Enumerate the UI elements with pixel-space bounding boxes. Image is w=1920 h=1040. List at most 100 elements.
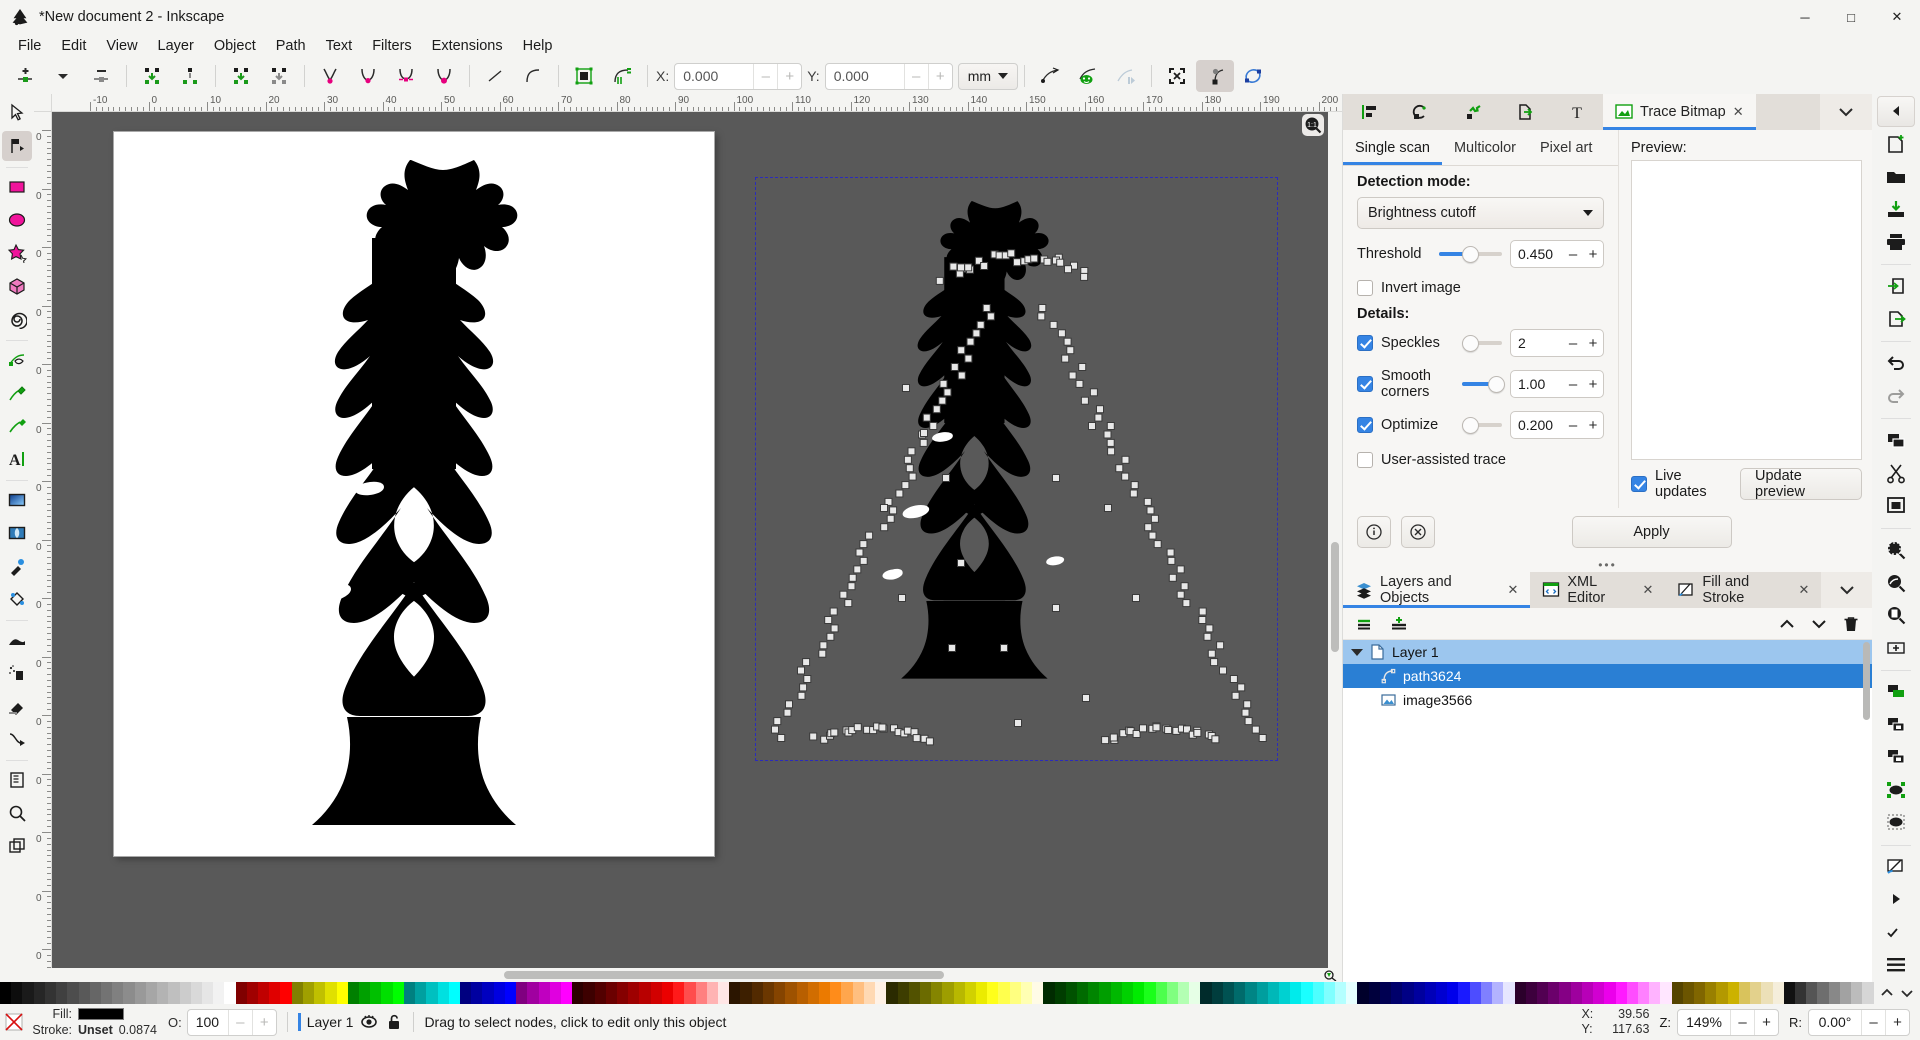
path-node-handle[interactable] — [909, 473, 916, 480]
trace-mode-single-scan[interactable]: Single scan — [1343, 136, 1442, 165]
current-layer-indicator[interactable]: Layer 1 — [298, 1013, 404, 1031]
show-path-outline-button[interactable] — [1196, 60, 1234, 92]
path-node-handle[interactable] — [923, 414, 930, 421]
palette-swatch[interactable] — [583, 982, 594, 1004]
palette-swatch[interactable] — [381, 982, 392, 1004]
dock-tab-export[interactable] — [1499, 94, 1551, 130]
threshold-decrement[interactable]: – — [1563, 241, 1583, 267]
live-updates-row[interactable]: Live updates — [1631, 468, 1728, 500]
palette-swatch[interactable] — [1223, 982, 1234, 1004]
smooth-corners-slider[interactable] — [1462, 375, 1502, 393]
palette-swatch[interactable] — [864, 982, 875, 1004]
path-node-handle[interactable] — [896, 490, 903, 497]
fill-row[interactable]: Fill: — [30, 1006, 164, 1022]
path-node-handle[interactable] — [958, 264, 965, 271]
dock-tab-transform[interactable] — [1395, 94, 1447, 130]
path-node-handle[interactable] — [949, 645, 956, 652]
palette-swatch[interactable] — [718, 982, 729, 1004]
path-node-handle[interactable] — [950, 263, 957, 270]
palette-swatch[interactable] — [1189, 982, 1200, 1004]
palette-swatch[interactable] — [987, 982, 998, 1004]
path-node-handle[interactable] — [1177, 591, 1184, 598]
path-node-handle[interactable] — [1104, 431, 1111, 438]
smooth-corners-increment[interactable]: + — [1583, 371, 1603, 397]
palette-swatch[interactable] — [1414, 982, 1425, 1004]
rotate-spinbox[interactable]: 0.00° – + — [1808, 1009, 1910, 1036]
palette-swatch[interactable] — [146, 982, 157, 1004]
next-path-effect-button[interactable] — [1107, 60, 1145, 92]
tool-spiral[interactable] — [2, 304, 32, 334]
invert-image-row[interactable]: Invert image — [1357, 280, 1604, 296]
path-node-handle[interactable] — [1211, 659, 1218, 666]
canvas-vertical-scrollbar[interactable] — [1328, 112, 1342, 968]
tool-mesh-gradient[interactable] — [2, 518, 32, 548]
palette-swatch[interactable] — [157, 982, 168, 1004]
layers-row-layer1[interactable]: Layer 1 — [1343, 640, 1872, 664]
layers-dock-tab-overflow-button[interactable] — [1821, 572, 1872, 608]
path-node-handle[interactable] — [1069, 372, 1076, 379]
path-node-handle[interactable] — [820, 642, 827, 649]
path-node-handle[interactable] — [849, 574, 856, 581]
path-node-handle[interactable] — [1167, 549, 1174, 556]
palette-swatch[interactable] — [740, 982, 751, 1004]
palette-swatch[interactable] — [1447, 982, 1458, 1004]
rotate-value[interactable]: 0.00° — [1809, 1010, 1861, 1035]
path-node-handle[interactable] — [1220, 667, 1227, 674]
palette-swatch[interactable] — [651, 982, 662, 1004]
path-node-handle[interactable] — [825, 617, 832, 624]
trace-bitmap-tab-close[interactable]: ✕ — [1733, 104, 1744, 120]
dock-tab-text[interactable]: T — [1551, 94, 1603, 130]
trace-abort-button[interactable] — [1401, 516, 1435, 548]
path-node-handle[interactable] — [1151, 515, 1158, 522]
path-node-handle[interactable] — [803, 659, 810, 666]
cms-adjust-icon[interactable] — [1320, 968, 1342, 982]
path-node-handle[interactable] — [908, 448, 915, 455]
menu-extensions[interactable]: Extensions — [422, 34, 513, 58]
palette-swatch[interactable] — [1537, 982, 1548, 1004]
smooth-corners-numbox[interactable]: 1.00 – + — [1510, 370, 1604, 398]
palette-swatch[interactable] — [1672, 982, 1683, 1004]
path-node-handle[interactable] — [1169, 574, 1176, 581]
speckles-increment[interactable]: + — [1583, 330, 1603, 356]
trace-apply-button[interactable]: Apply — [1572, 516, 1732, 548]
optimize-increment[interactable]: + — [1583, 412, 1603, 438]
threshold-numbox[interactable]: 0.450 – + — [1510, 240, 1604, 268]
palette-swatch[interactable] — [1043, 982, 1054, 1004]
palette-swatch[interactable] — [292, 982, 303, 1004]
no-color-indicator[interactable] — [0, 1012, 24, 1032]
palette-swatch[interactable] — [830, 982, 841, 1004]
x-decrement[interactable]: – — [753, 64, 777, 89]
palette-swatch[interactable] — [269, 982, 280, 1004]
x-spinbox[interactable]: 0.000 – + — [674, 63, 802, 90]
palette-swatch[interactable] — [808, 982, 819, 1004]
path-node-handle[interactable] — [810, 733, 817, 740]
path-node-handle[interactable] — [1165, 727, 1172, 734]
tool-zoom[interactable] — [2, 798, 32, 828]
path-node-handle[interactable] — [881, 505, 888, 512]
path-node-handle[interactable] — [1065, 266, 1072, 273]
path-node-handle[interactable] — [1204, 633, 1211, 640]
path-node-handle[interactable] — [921, 430, 928, 437]
rotate-increment[interactable]: + — [1885, 1010, 1909, 1035]
threshold-slider[interactable] — [1439, 245, 1502, 263]
open-document-icon[interactable] — [1877, 161, 1915, 192]
palette-swatch[interactable] — [819, 982, 830, 1004]
path-node-handle[interactable] — [1133, 595, 1140, 602]
export-icon[interactable] — [1877, 303, 1915, 334]
make-smooth-node-button[interactable] — [349, 60, 387, 92]
make-line-button[interactable] — [476, 60, 514, 92]
redo-icon[interactable] — [1877, 381, 1915, 412]
path-node-handle[interactable] — [902, 482, 909, 489]
tool-measure[interactable] — [2, 831, 32, 861]
break-segment-button[interactable] — [222, 60, 260, 92]
path-node-handle[interactable] — [1058, 330, 1065, 337]
path-node-handle[interactable] — [798, 692, 805, 699]
layers-row-image3566[interactable]: image3566 — [1343, 688, 1872, 712]
zoom-value[interactable]: 149% — [1678, 1010, 1730, 1035]
path-node-handle[interactable] — [804, 676, 811, 683]
slider-knob[interactable] — [1488, 376, 1505, 393]
user-assisted-trace-checkbox[interactable] — [1357, 452, 1373, 468]
layers-tab-close[interactable]: ✕ — [1507, 582, 1518, 598]
dock-tab-preferences[interactable] — [1447, 94, 1499, 130]
path-node-handle[interactable] — [881, 524, 888, 531]
